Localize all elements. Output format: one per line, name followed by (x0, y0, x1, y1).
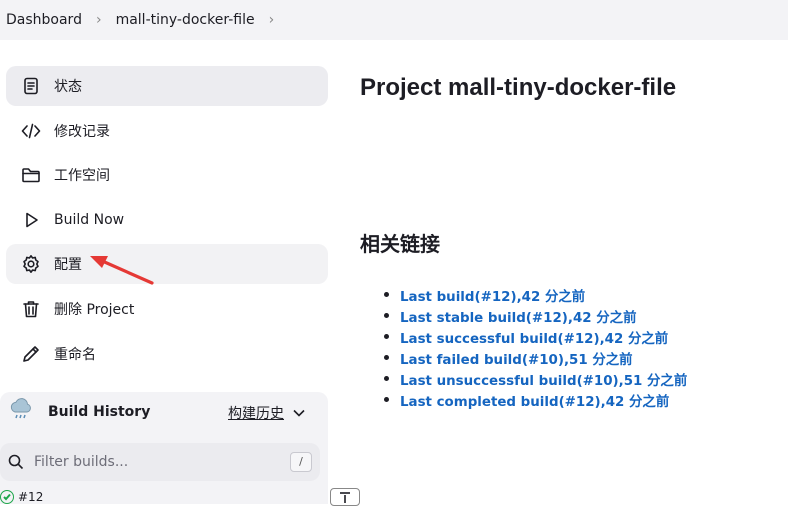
scroll-to-top-button[interactable] (330, 488, 360, 506)
list-item: Last unsuccessful build(#10),51 分之前 (384, 368, 687, 389)
filter-builds-input[interactable] (34, 454, 274, 470)
filter-builds: / (0, 443, 320, 481)
task-label: 配置 (54, 257, 82, 274)
folder-icon (20, 164, 42, 186)
arrow-top-icon (340, 492, 350, 503)
list-item: Last successful build(#12),42 分之前 (384, 326, 687, 347)
keyboard-shortcut-badge: / (290, 452, 312, 472)
weather-rain-icon (8, 397, 34, 427)
last-stable-build-link[interactable]: Last stable build(#12),42 分之前 (400, 306, 636, 326)
task-label: 状态 (54, 79, 82, 95)
build-trend-link[interactable]: 构建历史 (228, 403, 284, 423)
list-item: Last completed build(#12),42 分之前 (384, 389, 687, 410)
annotation-arrow (90, 256, 154, 285)
breadcrumb-separator[interactable]: › (269, 12, 275, 28)
gear-icon (20, 253, 42, 275)
pencil-icon (20, 343, 42, 365)
code-icon (20, 120, 42, 142)
build-history-title: Build History (48, 404, 151, 420)
permalinks-list: Last build(#12),42 分之前 Last stable build… (384, 284, 687, 410)
task-delete-project[interactable]: 删除 Project (6, 289, 328, 329)
page-title: Project mall-tiny-docker-file (360, 74, 677, 101)
build-row[interactable]: #12 (0, 490, 43, 504)
task-label: 修改记录 (54, 123, 110, 140)
trash-icon (20, 298, 42, 320)
task-changes[interactable]: 修改记录 (6, 111, 328, 151)
success-icon (0, 490, 14, 504)
task-label: 工作空间 (54, 168, 110, 185)
list-item: Last failed build(#10),51 分之前 (384, 347, 687, 368)
task-configure[interactable]: 配置 (6, 244, 328, 285)
task-status[interactable]: 状态 (6, 66, 328, 106)
breadcrumb-separator: › (95, 12, 102, 28)
task-build-now[interactable]: Build Now (6, 200, 328, 240)
search-icon (8, 454, 24, 470)
last-unsuccessful-build-link[interactable]: Last unsuccessful build(#10),51 分之前 (400, 369, 687, 389)
main-content: Project mall-tiny-docker-file (360, 70, 780, 106)
sidebar-tasks: 状态 修改记录 工作空间 Build Now 配置 删除 Project 重命名 (6, 66, 328, 378)
last-build-link[interactable]: Last build(#12),42 分之前 (400, 285, 585, 305)
chevron-down-icon[interactable] (292, 406, 306, 420)
breadcrumb-project[interactable]: mall-tiny-docker-file (116, 12, 255, 28)
last-failed-build-link[interactable]: Last failed build(#10),51 分之前 (400, 348, 633, 368)
breadcrumb-dashboard[interactable]: Dashboard (6, 12, 82, 28)
list-item: Last stable build(#12),42 分之前 (384, 305, 687, 326)
last-successful-build-link[interactable]: Last successful build(#12),42 分之前 (400, 327, 668, 347)
build-number[interactable]: #12 (18, 490, 43, 504)
task-workspace[interactable]: 工作空间 (6, 155, 328, 195)
last-completed-build-link[interactable]: Last completed build(#12),42 分之前 (400, 390, 669, 410)
breadcrumb: Dashboard › mall-tiny-docker-file › (0, 0, 788, 40)
play-icon (20, 209, 42, 231)
list-item: Last build(#12),42 分之前 (384, 284, 687, 305)
task-label: Build Now (54, 211, 125, 228)
task-rename[interactable]: 重命名 (6, 334, 328, 374)
document-icon (20, 75, 42, 97)
task-label: 删除 Project (54, 301, 135, 318)
task-label: 重命名 (54, 346, 96, 363)
related-links-title: 相关链接 (360, 232, 440, 256)
